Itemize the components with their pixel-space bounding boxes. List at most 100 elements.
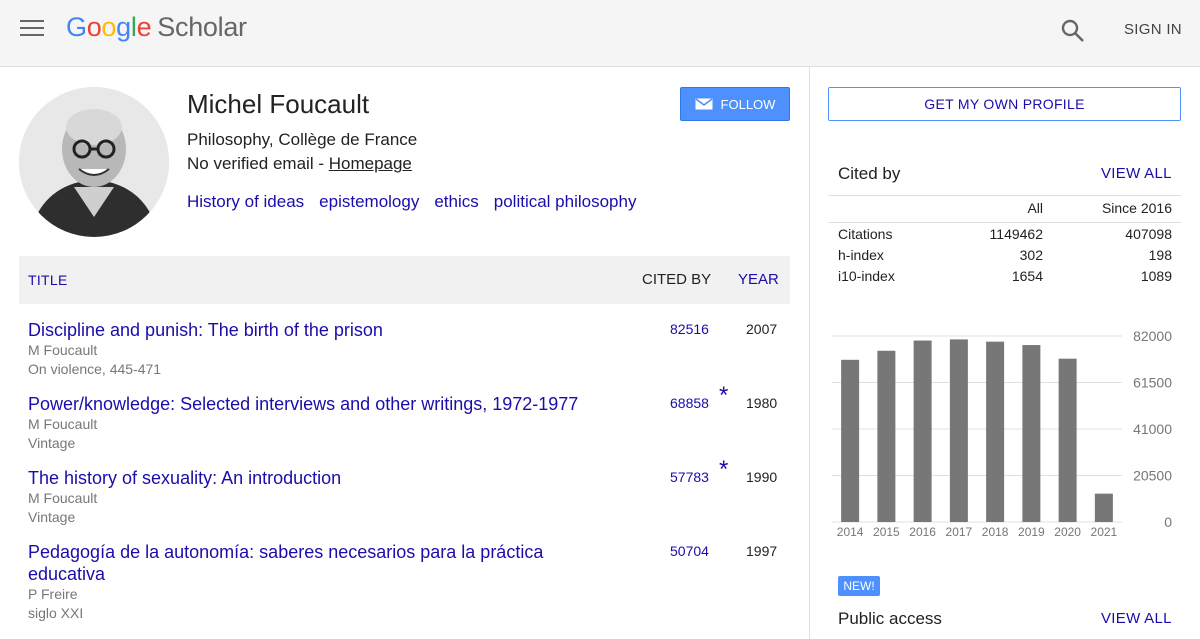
x-tick-label: 2014 xyxy=(837,525,864,539)
profile-name: Michel Foucault xyxy=(187,89,370,119)
follow-label: FOLLOW xyxy=(720,96,776,112)
interest-link[interactable]: ethics xyxy=(434,192,478,211)
stats-header-since: Since 2016 xyxy=(1101,200,1172,216)
x-tick-label: 2017 xyxy=(946,525,973,539)
y-tick-label: 82000 xyxy=(1133,328,1172,344)
publication-year: 2007 xyxy=(746,321,778,337)
column-divider xyxy=(809,67,810,639)
profile-photo xyxy=(19,87,169,237)
x-tick-label: 2016 xyxy=(909,525,936,539)
new-badge: NEW! xyxy=(838,576,880,596)
publication-title-link[interactable]: The history of sexuality: An introductio… xyxy=(28,467,588,489)
table-row: Discipline and punish: The birth of the … xyxy=(28,319,790,379)
table-row: Power/knowledge: Selected interviews and… xyxy=(28,382,790,453)
get-my-own-profile-button[interactable]: GET MY OWN PROFILE xyxy=(828,87,1181,121)
logo-letter: o xyxy=(101,12,117,42)
publication-authors: M Foucault xyxy=(28,490,98,506)
publication-year: 1980 xyxy=(746,395,778,411)
view-all-citations-link[interactable]: VIEW ALL xyxy=(1101,165,1172,182)
stats-row: i10-index 1654 1089 xyxy=(838,268,1172,289)
publication-venue: siglo XXI xyxy=(28,605,84,621)
table-row: Pedagogía de la autonomía: saberes neces… xyxy=(28,541,790,623)
publication-title-link[interactable]: Power/knowledge: Selected interviews and… xyxy=(28,393,628,415)
citation-bar[interactable] xyxy=(1022,345,1041,522)
citation-bar[interactable] xyxy=(1094,493,1113,522)
menu-icon[interactable] xyxy=(20,20,46,40)
homepage-link[interactable]: Homepage xyxy=(329,154,412,173)
stats-label: h-index xyxy=(838,247,884,263)
profile-affiliation: Philosophy, Collège de France xyxy=(187,130,418,149)
stats-row: Citations 1149462 407098 xyxy=(838,226,1172,247)
divider xyxy=(828,222,1181,223)
email-status: No verified email - xyxy=(187,154,329,173)
publication-year: 1997 xyxy=(746,543,778,559)
citation-bar[interactable] xyxy=(949,339,968,522)
research-interests: History of ideas epistemology ethics politi… xyxy=(187,192,651,212)
y-tick-label: 41000 xyxy=(1133,421,1172,437)
stats-label: Citations xyxy=(838,226,893,242)
sort-by-year[interactable]: YEAR xyxy=(738,271,779,288)
x-tick-label: 2020 xyxy=(1054,525,1081,539)
google-scholar-logo[interactable]: Google Scholar xyxy=(66,12,247,43)
x-tick-label: 2019 xyxy=(1018,525,1045,539)
top-bar: Google Scholar SIGN IN xyxy=(0,0,1200,67)
interest-link[interactable]: epistemology xyxy=(319,192,419,211)
table-row: The history of sexuality: An introductio… xyxy=(28,456,790,527)
stats-label: i10-index xyxy=(838,268,895,284)
publication-authors: M Foucault xyxy=(28,416,98,432)
stats-since: 198 xyxy=(1148,247,1172,263)
merged-citation-star: * xyxy=(719,456,729,483)
stats-header-all: All xyxy=(1027,200,1043,216)
y-tick-label: 20500 xyxy=(1133,468,1172,484)
citation-bar[interactable] xyxy=(841,359,860,522)
stats-all: 302 xyxy=(1019,247,1043,263)
envelope-icon xyxy=(695,98,713,110)
follow-button[interactable]: FOLLOW xyxy=(680,87,790,121)
table-header: TITLE CITED BY YEAR xyxy=(19,256,790,304)
publication-authors: M Foucault xyxy=(28,342,98,358)
publication-venue: On violence, 445-471 xyxy=(28,361,162,377)
interest-link[interactable]: political philosophy xyxy=(494,192,637,211)
sort-by-title[interactable]: TITLE xyxy=(28,272,68,288)
citation-bar[interactable] xyxy=(986,341,1005,522)
sign-in-button[interactable]: SIGN IN xyxy=(1124,21,1182,38)
x-tick-label: 2021 xyxy=(1091,525,1118,539)
y-tick-label: 0 xyxy=(1164,514,1172,530)
citation-bar[interactable] xyxy=(913,340,932,522)
stats-since: 1089 xyxy=(1140,268,1172,284)
x-tick-label: 2015 xyxy=(873,525,900,539)
cited-by-link[interactable]: 57783 xyxy=(670,469,709,485)
logo-letter: o xyxy=(86,12,102,42)
stats-all: 1654 xyxy=(1011,268,1043,284)
citation-bar[interactable] xyxy=(877,350,896,522)
logo-product: Scholar xyxy=(157,12,247,42)
cited-by-heading: Cited by xyxy=(838,164,901,183)
y-tick-label: 61500 xyxy=(1133,375,1172,391)
search-icon[interactable] xyxy=(1060,18,1086,44)
divider xyxy=(828,195,1181,196)
citation-bar[interactable] xyxy=(1058,358,1077,522)
citation-stats-table: All Since 2016 Citations 1149462 407098 … xyxy=(838,200,1172,289)
cited-by-link[interactable]: 82516 xyxy=(670,321,709,337)
x-tick-label: 2018 xyxy=(982,525,1009,539)
publication-venue: Vintage xyxy=(28,509,76,525)
logo-letter: e xyxy=(136,12,152,42)
stats-since: 407098 xyxy=(1125,226,1172,242)
cited-by-link[interactable]: 50704 xyxy=(670,543,709,559)
cited-by-link[interactable]: 68858 xyxy=(670,395,709,411)
interest-link[interactable]: History of ideas xyxy=(187,192,304,211)
stats-all: 1149462 xyxy=(989,226,1043,242)
cited-by-header: CITED BY xyxy=(642,271,712,288)
logo-letter: g xyxy=(116,12,131,42)
stats-row: h-index 302 198 xyxy=(838,247,1172,268)
publication-venue: Vintage xyxy=(28,435,76,451)
view-all-public-access-link[interactable]: VIEW ALL xyxy=(1101,610,1172,627)
citations-per-year-chart: 82000 61500 41000 20500 0 2014 2015 2016 2017 201… xyxy=(832,328,1172,539)
publication-title-link[interactable]: Pedagogía de la autonomía: saberes neces… xyxy=(28,541,588,585)
public-access-heading: Public access xyxy=(838,609,942,628)
logo-letter: G xyxy=(66,12,87,42)
profile-email: No verified email - Homepage xyxy=(187,154,412,174)
publication-title-link[interactable]: Discipline and punish: The birth of the … xyxy=(28,319,588,341)
publication-year: 1990 xyxy=(746,469,778,485)
publication-authors: P Freire xyxy=(28,586,78,602)
